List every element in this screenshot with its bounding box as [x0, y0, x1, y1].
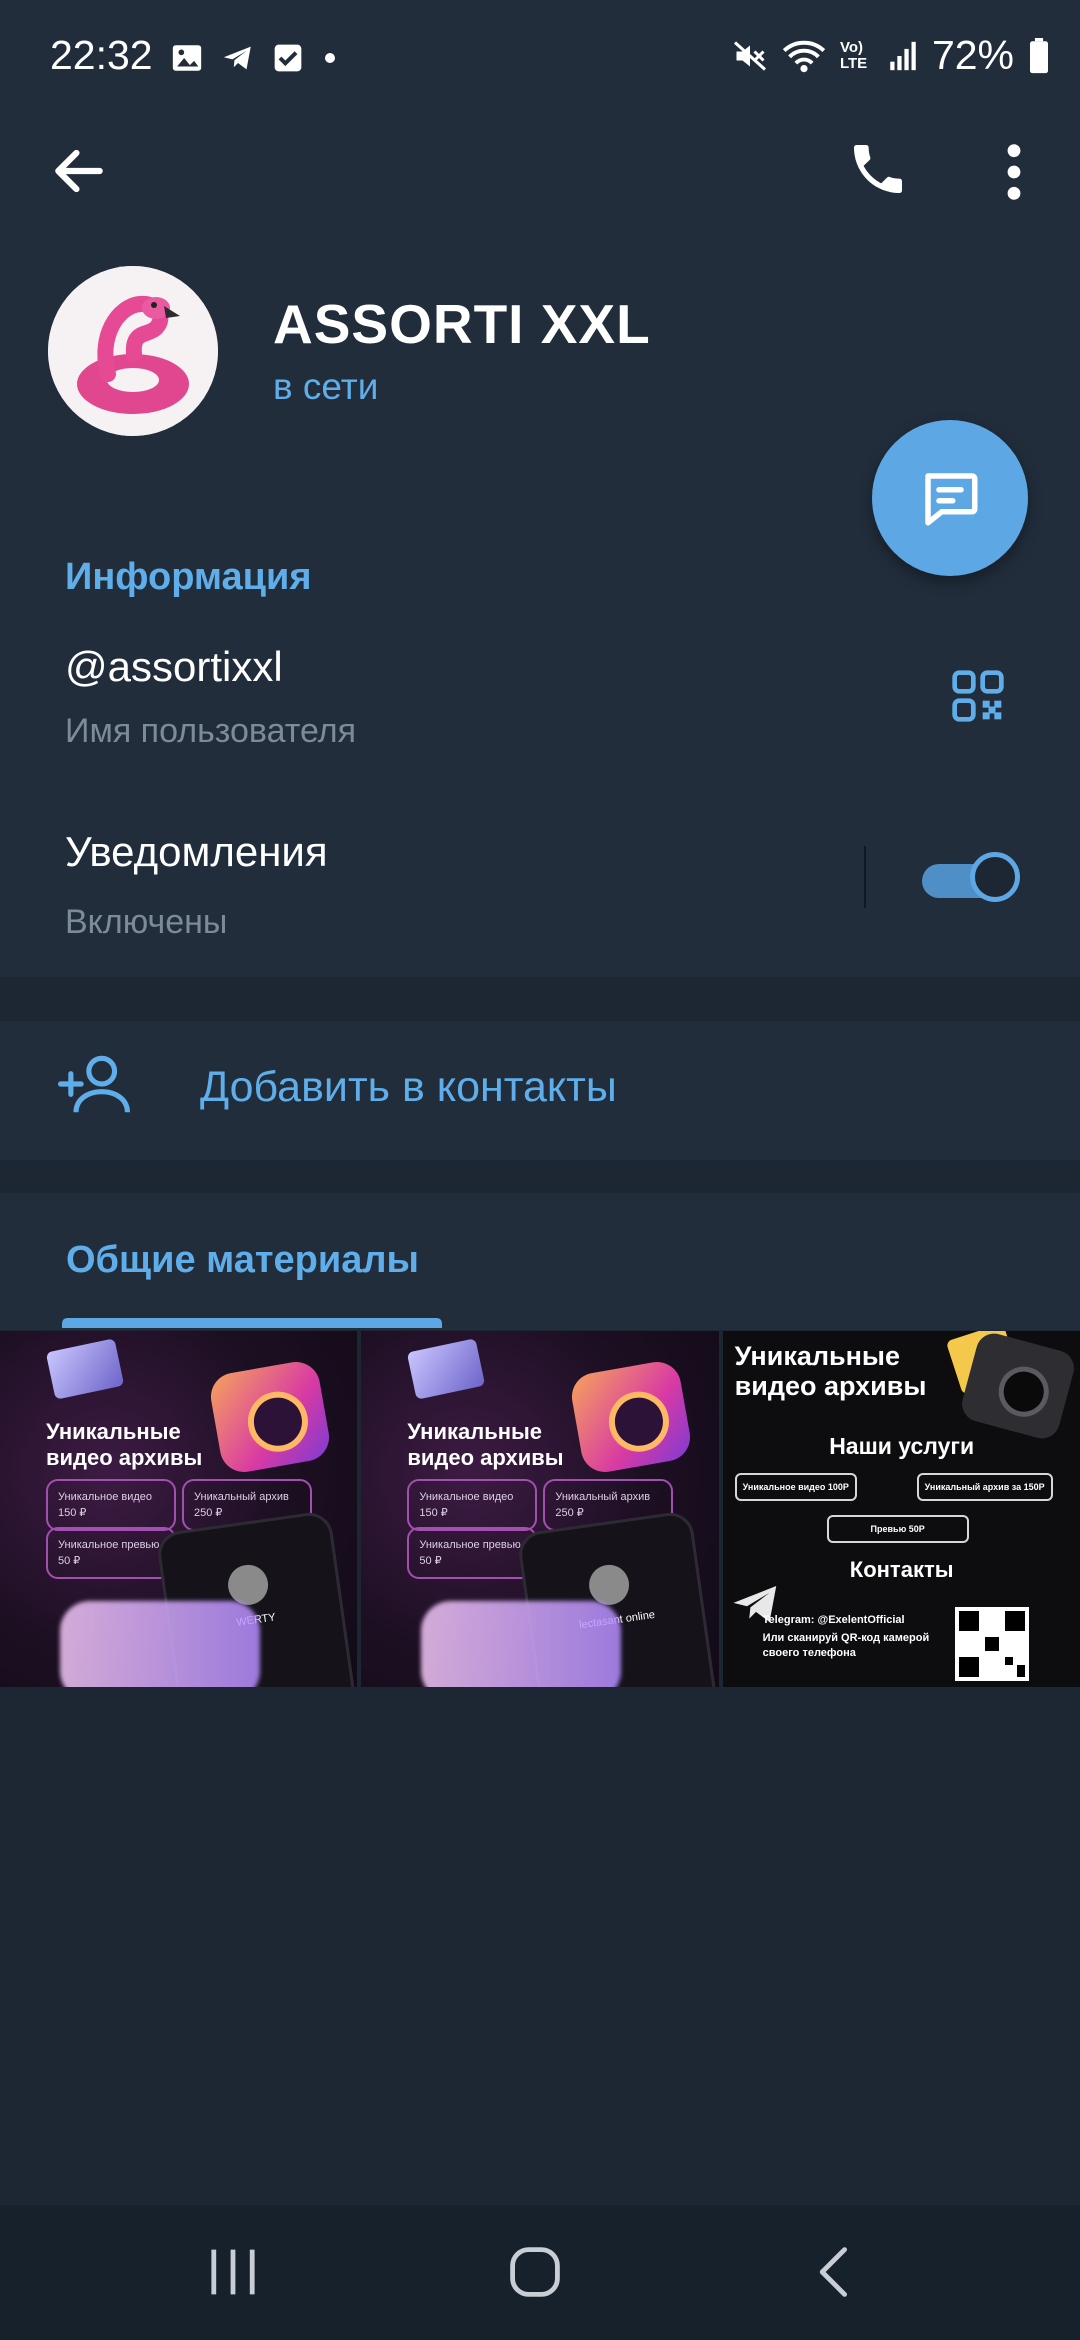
qr-caption: Или сканируй QR-код камерой своего телеф…: [762, 1632, 930, 1659]
signal-icon: [890, 41, 916, 70]
wifi-icon: [782, 40, 826, 72]
camera-icon: [568, 1358, 695, 1476]
profile-status: в сети: [273, 366, 379, 407]
image-icon: [172, 45, 202, 71]
media-thumbnail[interactable]: Уникальные видео архивы Уникальное видео…: [0, 1331, 358, 1687]
recent-apps-icon[interactable]: [198, 2240, 268, 2304]
mute-icon: [733, 40, 766, 71]
divider: [864, 846, 866, 908]
avatar[interactable]: [48, 266, 218, 436]
notifications-status: Включены: [65, 903, 228, 941]
section-title-info: Информация: [65, 556, 312, 598]
back-button[interactable]: [48, 140, 110, 202]
notifications-toggle[interactable]: [922, 852, 1022, 908]
media-grid: Уникальные видео архивы Уникальное видео…: [0, 1331, 1080, 1687]
username-label: Имя пользователя: [65, 712, 356, 750]
telegram-icon: [223, 46, 251, 70]
thumb-title: Уникальные видео архивы: [407, 1419, 564, 1470]
telegram-handle: Telegram: @ExelentOfficial: [762, 1614, 905, 1626]
checkbox-icon: [274, 44, 302, 72]
camera-icon: [207, 1358, 333, 1476]
status-bar: 22:32 Vo) LTE 72%: [0, 0, 1080, 115]
thumb-pill: Уникальное превью 50 ₽: [46, 1527, 176, 1579]
volte-icon: Vo) LTE: [839, 38, 868, 72]
message-icon: [925, 473, 978, 526]
more-options-button[interactable]: [994, 140, 1034, 204]
qr-code-icon[interactable]: [950, 668, 1006, 724]
battery-percent: 72%: [931, 32, 1014, 78]
thumb-pill: Уникальное превью 50 ₽: [407, 1527, 538, 1579]
thumb-pill: Уникальное видео 150 ₽: [46, 1479, 176, 1531]
glow-shape: [421, 1601, 622, 1687]
add-contact-label[interactable]: Добавить в контакты: [200, 1063, 617, 1112]
status-system-icons: Vo) LTE 72%: [732, 32, 1050, 79]
folder-icon: [45, 1338, 125, 1400]
status-notification-icons: [170, 38, 342, 78]
services-title: Наши услуги: [829, 1433, 975, 1459]
service-pill: Уникальное видео 100Р: [734, 1473, 857, 1501]
status-time: 22:32: [50, 32, 153, 78]
thumb-title: Уникальные видео архивы: [46, 1419, 203, 1470]
add-person-icon[interactable]: [58, 1052, 130, 1116]
send-message-button[interactable]: [872, 420, 1028, 576]
tab-indicator: [62, 1318, 442, 1328]
battery-icon: [1030, 37, 1048, 73]
tab-shared-media[interactable]: Общие материалы: [66, 1239, 419, 1282]
call-button[interactable]: [846, 137, 910, 201]
service-pill: Уникальный архив за 150Р: [916, 1473, 1053, 1501]
media-thumbnail[interactable]: Уникальные видео архивы Уникальное видео…: [361, 1331, 719, 1687]
flamingo-float-avatar: [48, 266, 218, 436]
notifications-title[interactable]: Уведомления: [65, 828, 328, 876]
home-icon[interactable]: [500, 2240, 570, 2304]
toggle-knob: [970, 852, 1020, 902]
folder-icon: [407, 1338, 486, 1400]
thumb-title: Уникальные видео архивы: [734, 1341, 927, 1401]
camera-icon: [957, 1331, 1078, 1443]
back-icon[interactable]: [800, 2240, 870, 2304]
username-value[interactable]: @assortixxl: [65, 643, 283, 691]
thumb-pill: Уникальное видео 150 ₽: [407, 1479, 538, 1531]
service-pill: Превью 50Р: [826, 1515, 969, 1543]
profile-name: ASSORTI XXL: [273, 293, 651, 355]
qr-code-image: [954, 1607, 1029, 1681]
media-thumbnail[interactable]: Уникальные видео архивы Наши услуги Уник…: [722, 1331, 1080, 1687]
dot-icon: [325, 53, 335, 63]
glow-shape: [60, 1601, 260, 1687]
